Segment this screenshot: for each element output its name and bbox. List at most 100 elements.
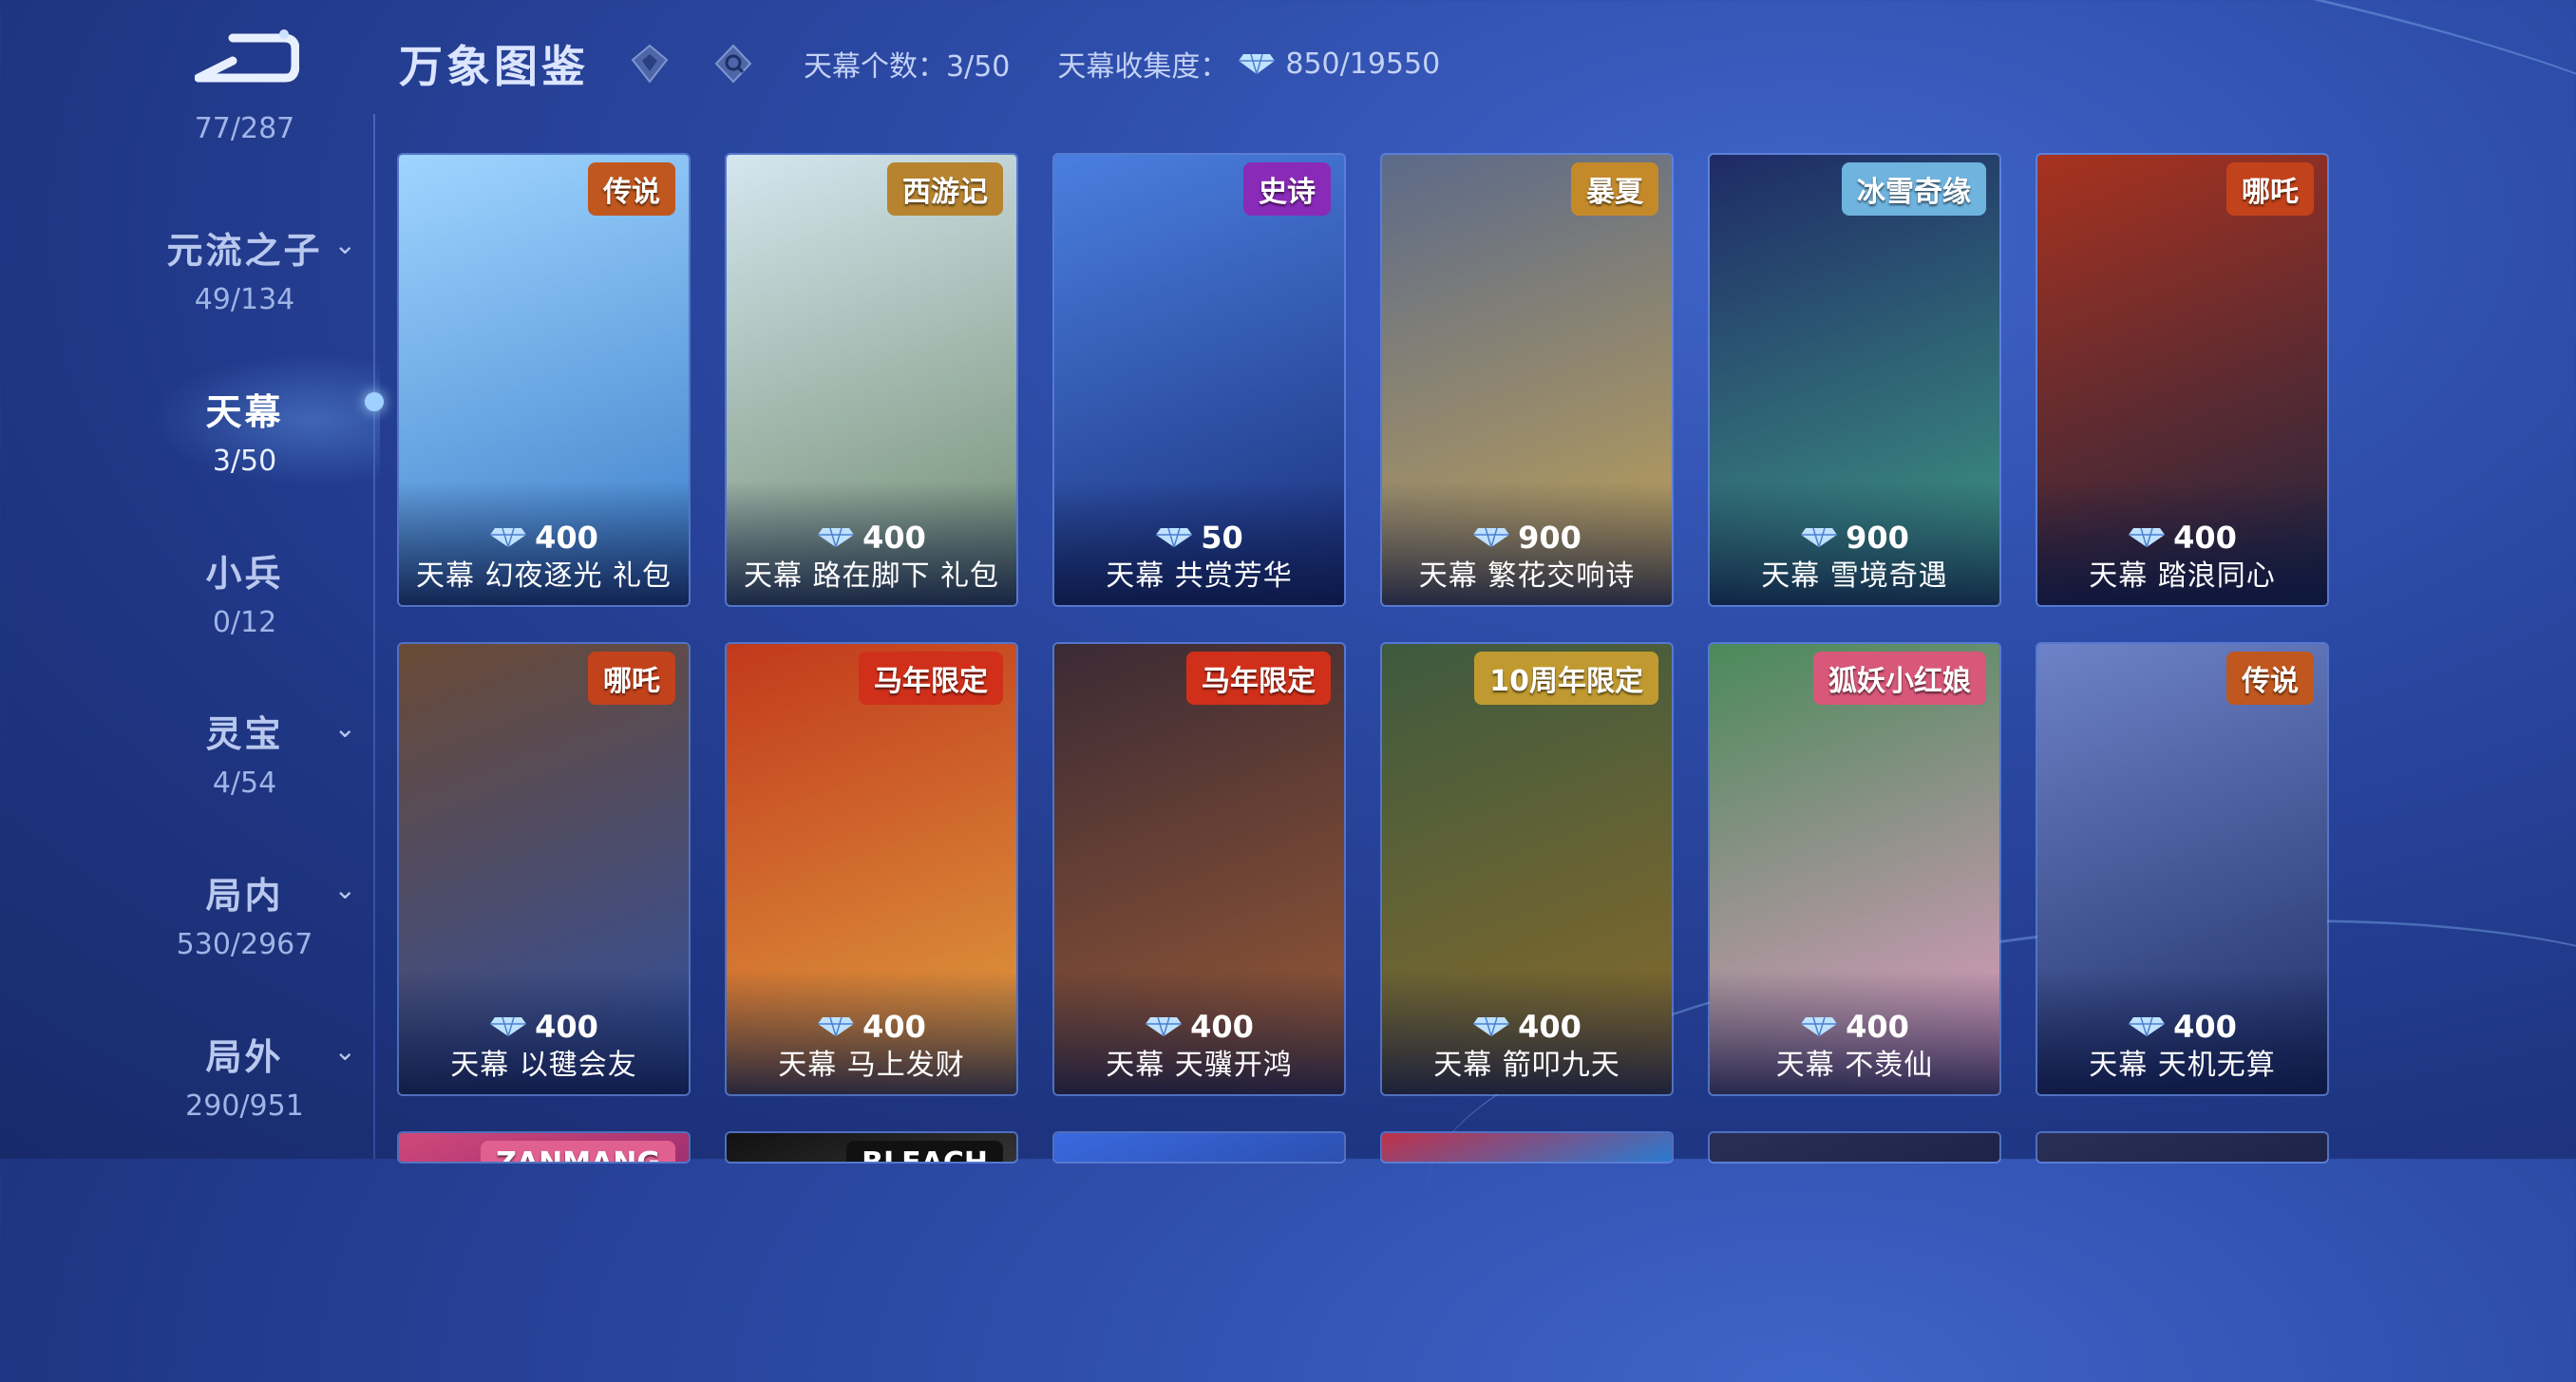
- gem-icon: [1801, 527, 1838, 548]
- price-value: 400: [1846, 1009, 1909, 1045]
- skin-card[interactable]: 西游记 400 天幕 路在脚下 礼包: [727, 155, 1016, 605]
- sidebar-item-count: 49/134: [194, 283, 295, 316]
- card-name: 天幕 踏浪同心: [2089, 559, 2276, 593]
- gem-icon: [490, 1016, 527, 1037]
- card-name: 天幕 路在脚下 礼包: [743, 559, 1000, 593]
- card-artwork: [1710, 1133, 1999, 1162]
- rarity-badge: 马年限定: [859, 652, 1003, 705]
- gem-icon: [490, 527, 527, 548]
- skin-card[interactable]: ZANMANG: [399, 1133, 689, 1162]
- gem-icon: [1801, 1016, 1838, 1037]
- skin-card[interactable]: 暴夏 900 天幕 繁花交响诗: [1382, 155, 1672, 605]
- sidebar-item-count: 530/2967: [176, 928, 313, 961]
- sidebar-item-label: 局外: [205, 1036, 284, 1078]
- gem-icon: [2129, 527, 2166, 548]
- diamond-filter-icon[interactable]: [627, 41, 672, 86]
- skin-card[interactable]: 冰雪奇缘 900 天幕 雪境奇遇: [1710, 155, 1999, 605]
- gem-icon: [818, 527, 855, 548]
- skin-card[interactable]: [1382, 1133, 1672, 1162]
- sidebar-item-label: 灵宝: [205, 713, 284, 755]
- gem-icon: [818, 1016, 855, 1037]
- rarity-badge: 暴夏: [1571, 162, 1658, 216]
- price-value: 400: [1190, 1009, 1254, 1045]
- skin-card[interactable]: 传说 400 天幕 天机无算: [2037, 644, 2327, 1094]
- skin-card[interactable]: 马年限定 400 天幕 马上发财: [727, 644, 1016, 1094]
- card-price: 400: [727, 1009, 1016, 1045]
- gem-icon: [2129, 1016, 2166, 1037]
- price-value: 50: [1201, 520, 1243, 556]
- sidebar-item-label: 元流之子: [166, 230, 323, 272]
- card-price: 400: [399, 1009, 689, 1045]
- header: 万象图鉴 天幕个数：3/50 天幕收集度： 850/19550: [399, 33, 1440, 94]
- collection-stat: 天幕收集度： 850/19550: [1057, 43, 1440, 85]
- sidebar-item-lingbao[interactable]: 灵宝 4/54 ⌄: [142, 705, 356, 800]
- sidebar-total-count: 77/287: [194, 112, 295, 145]
- page-title: 万象图鉴: [399, 41, 589, 92]
- sidebar-item-yuanliu[interactable]: 元流之子 49/134 ⌄: [142, 221, 356, 316]
- sidebar-item-label: 小兵: [205, 553, 284, 595]
- skin-card[interactable]: 10周年限定 400 天幕 箭叩九天: [1382, 644, 1672, 1094]
- gem-icon: [1146, 1016, 1183, 1037]
- skin-card[interactable]: BLEACH: [727, 1133, 1016, 1162]
- rarity-badge: 史诗: [1243, 162, 1331, 216]
- card-price: 400: [399, 520, 689, 556]
- sidebar-item-count: 3/50: [212, 445, 277, 478]
- card-name: 天幕 以毽会友: [450, 1049, 637, 1082]
- skin-card[interactable]: 哪吒 400 天幕 以毽会友: [399, 644, 689, 1094]
- card-price: 400: [2037, 1009, 2327, 1045]
- skin-card[interactable]: [1054, 1133, 1344, 1162]
- card-name: 天幕 箭叩九天: [1433, 1049, 1620, 1082]
- rarity-badge: 西游记: [887, 162, 1003, 216]
- sidebar-item-juwai[interactable]: 局外 290/951 ⌄: [142, 1028, 356, 1123]
- active-indicator-dot: [365, 392, 384, 411]
- card-name: 天幕 不羡仙: [1775, 1049, 1934, 1082]
- price-value: 400: [1518, 1009, 1582, 1045]
- rarity-badge: 传说: [2226, 652, 2314, 705]
- card-price: 900: [1382, 520, 1672, 556]
- sidebar-item-count: 4/54: [212, 767, 277, 800]
- sidebar-item-junei[interactable]: 局内 530/2967 ⌄: [142, 866, 356, 961]
- skin-card[interactable]: 哪吒 400 天幕 踏浪同心: [2037, 155, 2327, 605]
- skin-card[interactable]: [2037, 1133, 2327, 1162]
- gem-icon: [1473, 1016, 1510, 1037]
- rarity-badge: 冰雪奇缘: [1842, 162, 1986, 216]
- card-price: 400: [1382, 1009, 1672, 1045]
- card-artwork: [1054, 1133, 1344, 1162]
- skin-card[interactable]: 马年限定 400 天幕 天骥开鸿: [1054, 644, 1344, 1094]
- back-button[interactable]: [194, 27, 300, 85]
- price-value: 400: [2173, 1009, 2237, 1045]
- search-icon[interactable]: [710, 41, 756, 86]
- skin-card[interactable]: [1710, 1133, 1999, 1162]
- card-artwork: [2037, 1133, 2327, 1162]
- skin-card[interactable]: 史诗 50 天幕 共赏芳华: [1054, 155, 1344, 605]
- price-value: 400: [862, 520, 926, 556]
- gem-icon: [1156, 527, 1193, 548]
- card-price: 400: [1710, 1009, 1999, 1045]
- chevron-down-icon: ⌄: [333, 712, 356, 744]
- price-value: 400: [535, 520, 598, 556]
- card-name: 天幕 雪境奇遇: [1761, 559, 1948, 593]
- rarity-badge: 10周年限定: [1474, 652, 1658, 705]
- back-arrow-icon: [194, 29, 300, 83]
- sidebar-item-label: 局内: [205, 875, 284, 917]
- chevron-down-icon: ⌄: [333, 229, 356, 260]
- gem-icon: [1473, 527, 1510, 548]
- sidebar-item-xiaobing[interactable]: 小兵 0/12: [142, 544, 347, 639]
- skin-card[interactable]: 狐妖小红娘 400 天幕 不羡仙: [1710, 644, 1999, 1094]
- rarity-badge: 哪吒: [588, 652, 675, 705]
- sidebar-item-count: 0/12: [212, 606, 277, 639]
- card-price: 900: [1710, 520, 1999, 556]
- sidebar-item-tianmu[interactable]: 天幕 3/50: [142, 383, 347, 478]
- rarity-badge: 哪吒: [2226, 162, 2314, 216]
- rarity-badge: 马年限定: [1186, 652, 1331, 705]
- gem-icon: [1239, 53, 1276, 75]
- collection-label: 天幕收集度：: [1057, 50, 1229, 84]
- card-price: 50: [1054, 520, 1344, 556]
- sidebar: 77/287 元流之子 49/134 ⌄ 天幕 3/50 小兵 0/12 灵宝 …: [0, 0, 380, 1159]
- card-name: 天幕 天机无算: [2089, 1049, 2276, 1082]
- card-name: 天幕 天骥开鸿: [1106, 1049, 1293, 1082]
- skin-card[interactable]: 传说 400 天幕 幻夜逐光 礼包: [399, 155, 689, 605]
- sidebar-item-count: 290/951: [185, 1089, 304, 1123]
- card-artwork: [1382, 1133, 1672, 1162]
- price-value: 900: [1518, 520, 1582, 556]
